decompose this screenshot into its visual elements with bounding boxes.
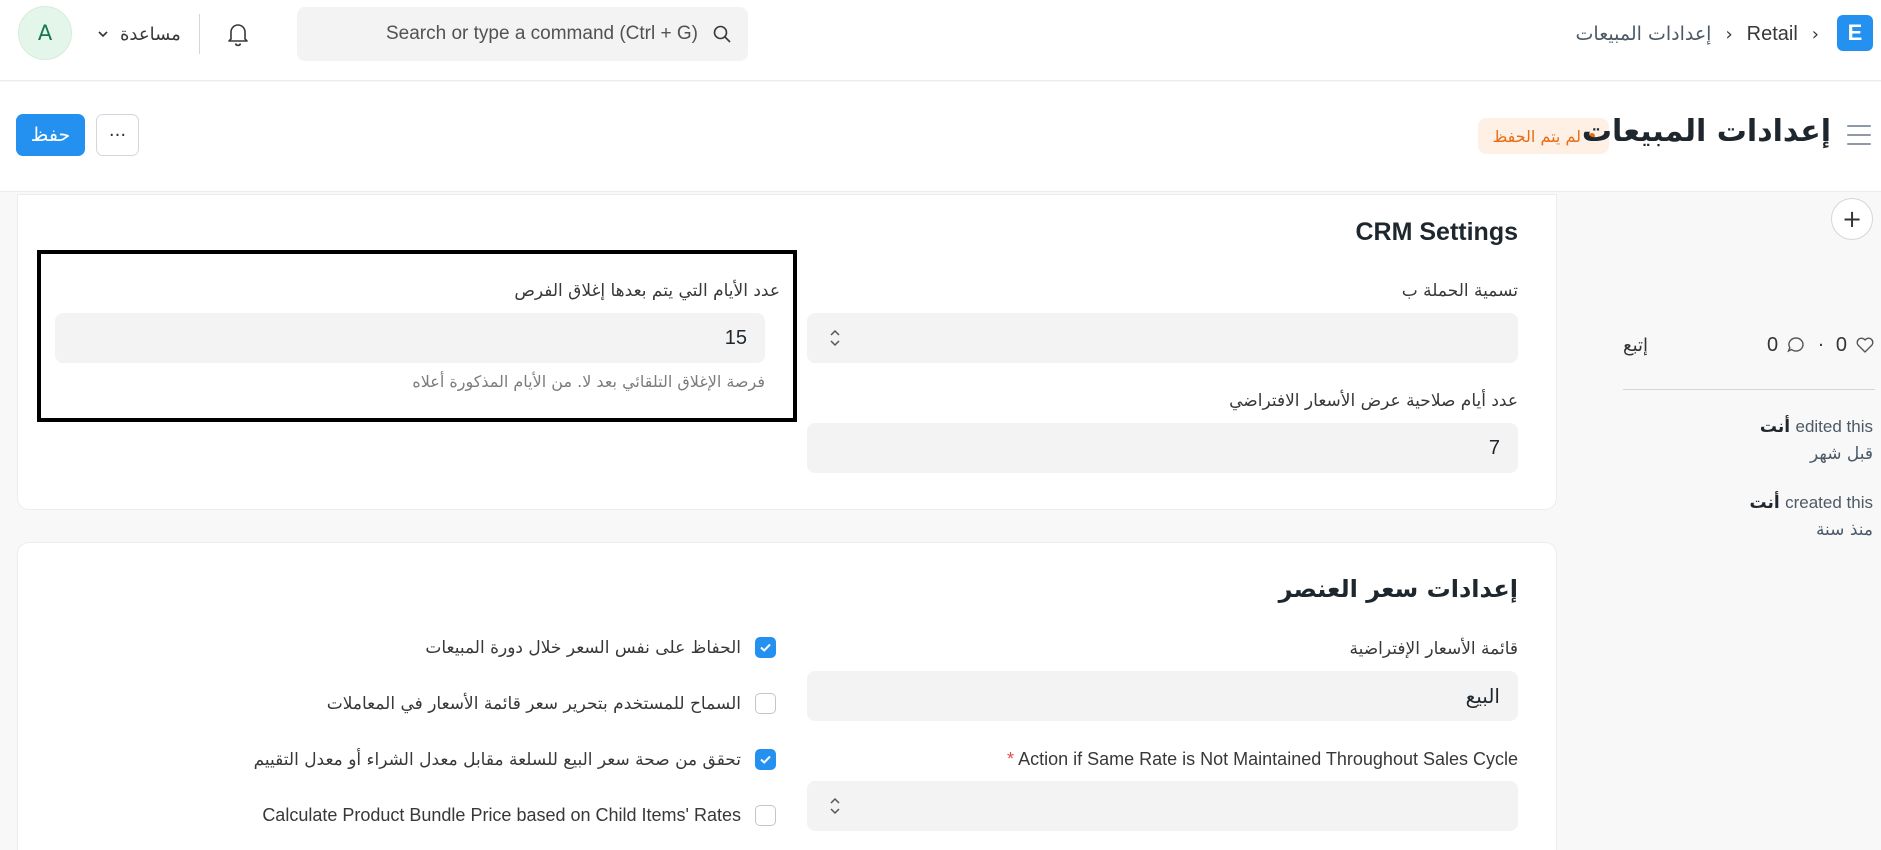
required-mark: * xyxy=(1007,749,1015,769)
item-price-settings-section: إعدادات سعر العنصر قائمة الأسعار الإفترا… xyxy=(17,542,1557,850)
checkbox-validate-selling-price[interactable]: تحقق من صحة سعر البيع للسلعة مقابل معدل … xyxy=(254,749,776,770)
activity-time: قبل شهر xyxy=(1810,444,1873,464)
select-arrows-icon xyxy=(830,797,840,815)
same-rate-action-label-text: Action if Same Rate is Not Maintained Th… xyxy=(1018,749,1518,769)
default-price-list-label: قائمة الأسعار الإفتراضية xyxy=(1349,639,1519,659)
default-price-list-value: البيع xyxy=(1465,684,1500,708)
social-stats: إتبع 0 · 0 xyxy=(1623,330,1875,360)
like-count: 0 xyxy=(1835,333,1847,356)
checkbox-label: تحقق من صحة سعر البيع للسلعة مقابل معدل … xyxy=(253,749,741,770)
user-avatar[interactable]: A xyxy=(18,6,72,60)
breadcrumb-item-sales-settings[interactable]: إعدادات المبيعات xyxy=(1576,23,1712,45)
comment-count: 0 xyxy=(1767,333,1779,356)
sidebar-toggle-icon[interactable] xyxy=(1847,125,1871,145)
search-icon xyxy=(713,25,731,43)
close-opportunity-label: عدد الأيام التي يتم بعدها إغلاق الفرص xyxy=(514,281,780,301)
save-button[interactable]: حفظ xyxy=(16,114,85,156)
help-dropdown[interactable]: مساعدة xyxy=(96,18,181,50)
activity-time: منذ سنة xyxy=(1815,520,1873,540)
checkbox-label: Calculate Product Bundle Price based on … xyxy=(262,805,741,825)
follow-link[interactable]: إتبع xyxy=(1623,335,1648,356)
activity-entry: أنت created this منذ سنة xyxy=(1749,489,1873,544)
quotation-validity-value: 7 xyxy=(1488,436,1500,459)
status-badge-label: لم يتم الحفظ xyxy=(1492,126,1581,146)
sidebar-divider xyxy=(1623,389,1875,390)
heart-icon[interactable] xyxy=(1855,335,1875,355)
campaign-naming-select[interactable] xyxy=(807,313,1518,363)
activity-user: أنت xyxy=(1749,493,1780,513)
checkbox-unchecked-icon[interactable] xyxy=(755,693,776,714)
checkbox-label: الحفاظ على نفس السعر خلال دورة المبيعات xyxy=(425,637,741,658)
separator-dot: · xyxy=(1818,334,1824,356)
crm-settings-section: CRM Settings تسمية الحملة ب عدد أيام صلا… xyxy=(17,194,1557,510)
close-opportunity-help: فرصة الإغلاق التلقائي بعد لا. من الأيام … xyxy=(412,372,765,391)
comment-icon[interactable] xyxy=(1786,335,1806,355)
close-opportunity-input[interactable]: 15 xyxy=(55,313,765,363)
more-actions-button[interactable]: ··· xyxy=(96,114,139,156)
default-price-list-input[interactable]: البيع xyxy=(807,671,1518,721)
close-opportunity-value: 15 xyxy=(724,326,747,349)
breadcrumb: إعدادات المبيعات › Retail › xyxy=(1576,18,1819,50)
checkbox-unchecked-icon[interactable] xyxy=(755,805,776,826)
search-bar[interactable]: Search or type a command (Ctrl + G) xyxy=(297,7,748,61)
checkbox-maintain-same-rate[interactable]: الحفاظ على نفس السعر خلال دورة المبيعات xyxy=(425,637,776,658)
activity-action: created this xyxy=(1785,493,1873,512)
quotation-validity-input[interactable]: 7 xyxy=(807,423,1518,473)
notifications-bell-icon[interactable] xyxy=(224,18,252,50)
activity-user: أنت xyxy=(1759,417,1791,437)
add-tag-button[interactable]: + xyxy=(1831,198,1873,240)
search-placeholder: Search or type a command (Ctrl + G) xyxy=(385,23,698,44)
same-rate-action-select[interactable] xyxy=(807,781,1518,831)
page-head: حفظ ··· لم يتم الحفظ إعدادات المبيعات xyxy=(0,82,1881,192)
breadcrumb-separator-icon: › xyxy=(1811,23,1819,45)
checkbox-label: السماح للمستخدم بتحرير سعر قائمة الأسعار… xyxy=(326,693,741,714)
top-navbar: A مساعدة Search or type a command (Ctrl … xyxy=(0,0,1881,81)
section-title: CRM Settings xyxy=(1355,218,1519,246)
activity-entry: أنت edited this قبل شهر xyxy=(1760,413,1873,468)
navbar-divider xyxy=(199,14,200,54)
campaign-naming-label: تسمية الحملة ب xyxy=(1401,281,1518,301)
checkbox-checked-icon[interactable] xyxy=(755,749,776,770)
quotation-validity-label: عدد أيام صلاحية عرض الأسعار الافتراضي xyxy=(1229,391,1518,411)
section-title: إعدادات سعر العنصر xyxy=(1278,575,1518,603)
breadcrumb-item-retail[interactable]: Retail xyxy=(1747,23,1798,46)
same-rate-action-label: * Action if Same Rate is Not Maintained … xyxy=(1007,749,1518,770)
checkbox-allow-edit-price-list-rate[interactable]: السماح للمستخدم بتحرير سعر قائمة الأسعار… xyxy=(327,693,776,714)
help-label: مساعدة xyxy=(120,23,181,45)
activity-action: edited this xyxy=(1795,417,1874,436)
chevron-down-icon xyxy=(98,31,108,38)
breadcrumb-separator-icon: › xyxy=(1725,23,1733,45)
select-arrows-icon xyxy=(830,329,840,347)
checkbox-calculate-bundle-price[interactable]: Calculate Product Bundle Price based on … xyxy=(262,805,776,826)
like-comment-counts: 0 · 0 xyxy=(1767,334,1875,357)
app-logo[interactable]: E xyxy=(1837,15,1873,51)
page-title: إعدادات المبيعات xyxy=(1581,114,1831,149)
checkbox-checked-icon[interactable] xyxy=(755,637,776,658)
